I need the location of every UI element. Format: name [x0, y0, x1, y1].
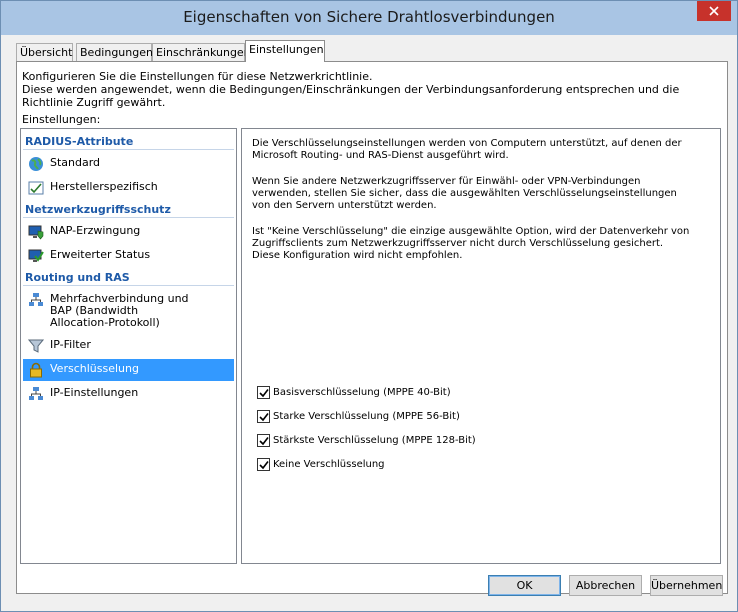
info-paragraph-1: Die Verschlüsselungseinstellungen werden… — [252, 138, 682, 161]
list-item-label: Mehrfachverbindung und BAP (Bandwidth Al… — [50, 292, 189, 329]
checkbox-label: Starke Verschlüsselung (MPPE 56-Bit) — [273, 411, 460, 422]
checkbox-box[interactable] — [257, 386, 270, 399]
list-item-mehrfachverbindung[interactable]: Mehrfachverbindung und BAP (Bandwidth Al… — [23, 289, 234, 333]
checkmark-icon — [259, 437, 269, 446]
apply-button[interactable]: Übernehmen — [650, 575, 723, 596]
checkbox-box[interactable] — [257, 434, 270, 447]
description: Konfigurieren Sie die Einstellungen für … — [22, 70, 727, 109]
window-title: Eigenschaften von Sichere Drahtlosverbin… — [183, 8, 555, 26]
group-header-radius: RADIUS-Attribute — [25, 135, 134, 148]
network-icon — [29, 293, 43, 306]
checkbox-label: Stärkste Verschlüsselung (MPPE 128-Bit) — [273, 435, 476, 446]
checkbox-box[interactable] — [257, 410, 270, 423]
dialog-window: Eigenschaften von Sichere Drahtlosverbin… — [0, 0, 738, 612]
tab-uebersicht[interactable]: Übersicht — [16, 43, 73, 61]
group-divider — [23, 285, 234, 286]
close-button[interactable] — [697, 1, 731, 21]
tab-einschraenkungen[interactable]: Einschränkungen — [152, 43, 251, 61]
list-item-label: IP-Filter — [50, 338, 91, 351]
info-paragraph-2: Wenn Sie andere Netzwerkzugriffsserver f… — [252, 176, 677, 211]
close-icon — [709, 6, 719, 16]
group-divider — [23, 217, 234, 218]
settings-label: Einstellungen: — [22, 113, 101, 126]
monitor-shield-icon — [28, 225, 44, 240]
description-line-1: Konfigurieren Sie die Einstellungen für … — [22, 70, 373, 83]
list-item-label: Herstellerspezifisch — [50, 180, 158, 193]
network-icon — [29, 387, 43, 400]
list-item-ip-filter[interactable]: IP-Filter — [23, 335, 234, 357]
group-divider — [23, 149, 234, 150]
globe-icon — [29, 157, 43, 171]
tab-panel-einstellungen: Konfigurieren Sie die Einstellungen für … — [16, 61, 728, 594]
list-item-label: NAP-Erzwingung — [50, 224, 141, 237]
checkbox-box[interactable] — [257, 458, 270, 471]
checkmark-icon — [259, 461, 269, 470]
tab-einstellungen[interactable]: Einstellungen — [245, 40, 325, 62]
list-item-herstellerspezifisch[interactable]: Herstellerspezifisch — [23, 177, 234, 199]
checkmark-icon — [259, 413, 269, 422]
group-header-nap: Netzwerkzugriffsschutz — [25, 203, 171, 216]
details-pane: Die Verschlüsselungseinstellungen werden… — [241, 128, 721, 564]
checkbox-label: Basisverschlüsselung (MPPE 40-Bit) — [273, 387, 451, 398]
cancel-button[interactable]: Abbrechen — [569, 575, 642, 596]
info-paragraph-3: Ist "Keine Verschlüsselung" die einzige … — [252, 226, 690, 261]
list-item-label: Erweiterter Status — [50, 248, 151, 261]
list-item-label: Verschlüsselung — [50, 362, 139, 375]
title-bar[interactable]: Eigenschaften von Sichere Drahtlosverbin… — [1, 1, 737, 35]
lock-icon — [30, 362, 42, 378]
funnel-icon — [28, 339, 44, 353]
dialog-client: Übersicht Bedingungen Einschränkungen Ei… — [8, 35, 730, 604]
checklist-icon — [28, 181, 44, 195]
settings-list: RADIUS-Attribute Standard Herstellerspez… — [20, 128, 237, 564]
list-item-label: Standard — [50, 156, 101, 169]
ok-button[interactable]: OK — [488, 575, 561, 596]
group-header-routing: Routing und RAS — [25, 271, 130, 284]
checkbox-label: Keine Verschlüsselung — [273, 459, 385, 470]
list-item-verschluesselung[interactable]: Verschlüsselung — [23, 359, 234, 381]
list-item-label: IP-Einstellungen — [50, 386, 139, 399]
list-item-nap-erzwingung[interactable]: NAP-Erzwingung — [23, 221, 234, 243]
description-line-2: Diese werden angewendet, wenn die Beding… — [22, 83, 680, 109]
checkmark-icon — [259, 389, 269, 398]
list-item-erweiterter-status[interactable]: Erweiterter Status — [23, 245, 234, 267]
monitor-check-icon — [28, 249, 44, 262]
list-item-standard[interactable]: Standard — [23, 153, 234, 175]
tab-bedingungen[interactable]: Bedingungen — [76, 43, 153, 61]
list-item-ip-einstellungen[interactable]: IP-Einstellungen — [23, 383, 234, 405]
